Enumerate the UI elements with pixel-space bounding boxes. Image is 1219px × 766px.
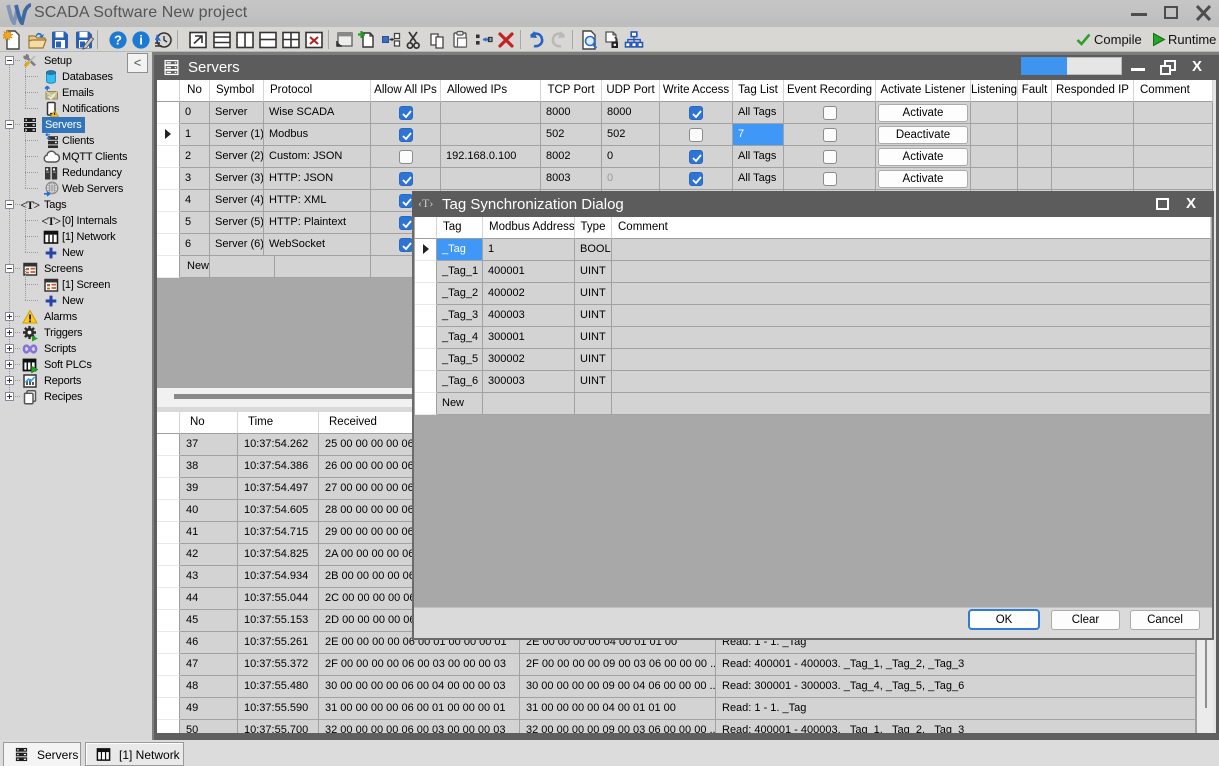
- svg-text:?: ?: [114, 33, 122, 48]
- svg-text:<T>: <T>: [20, 200, 39, 212]
- svg-text:<T>: <T>: [41, 216, 60, 228]
- svg-text:i: i: [139, 33, 143, 48]
